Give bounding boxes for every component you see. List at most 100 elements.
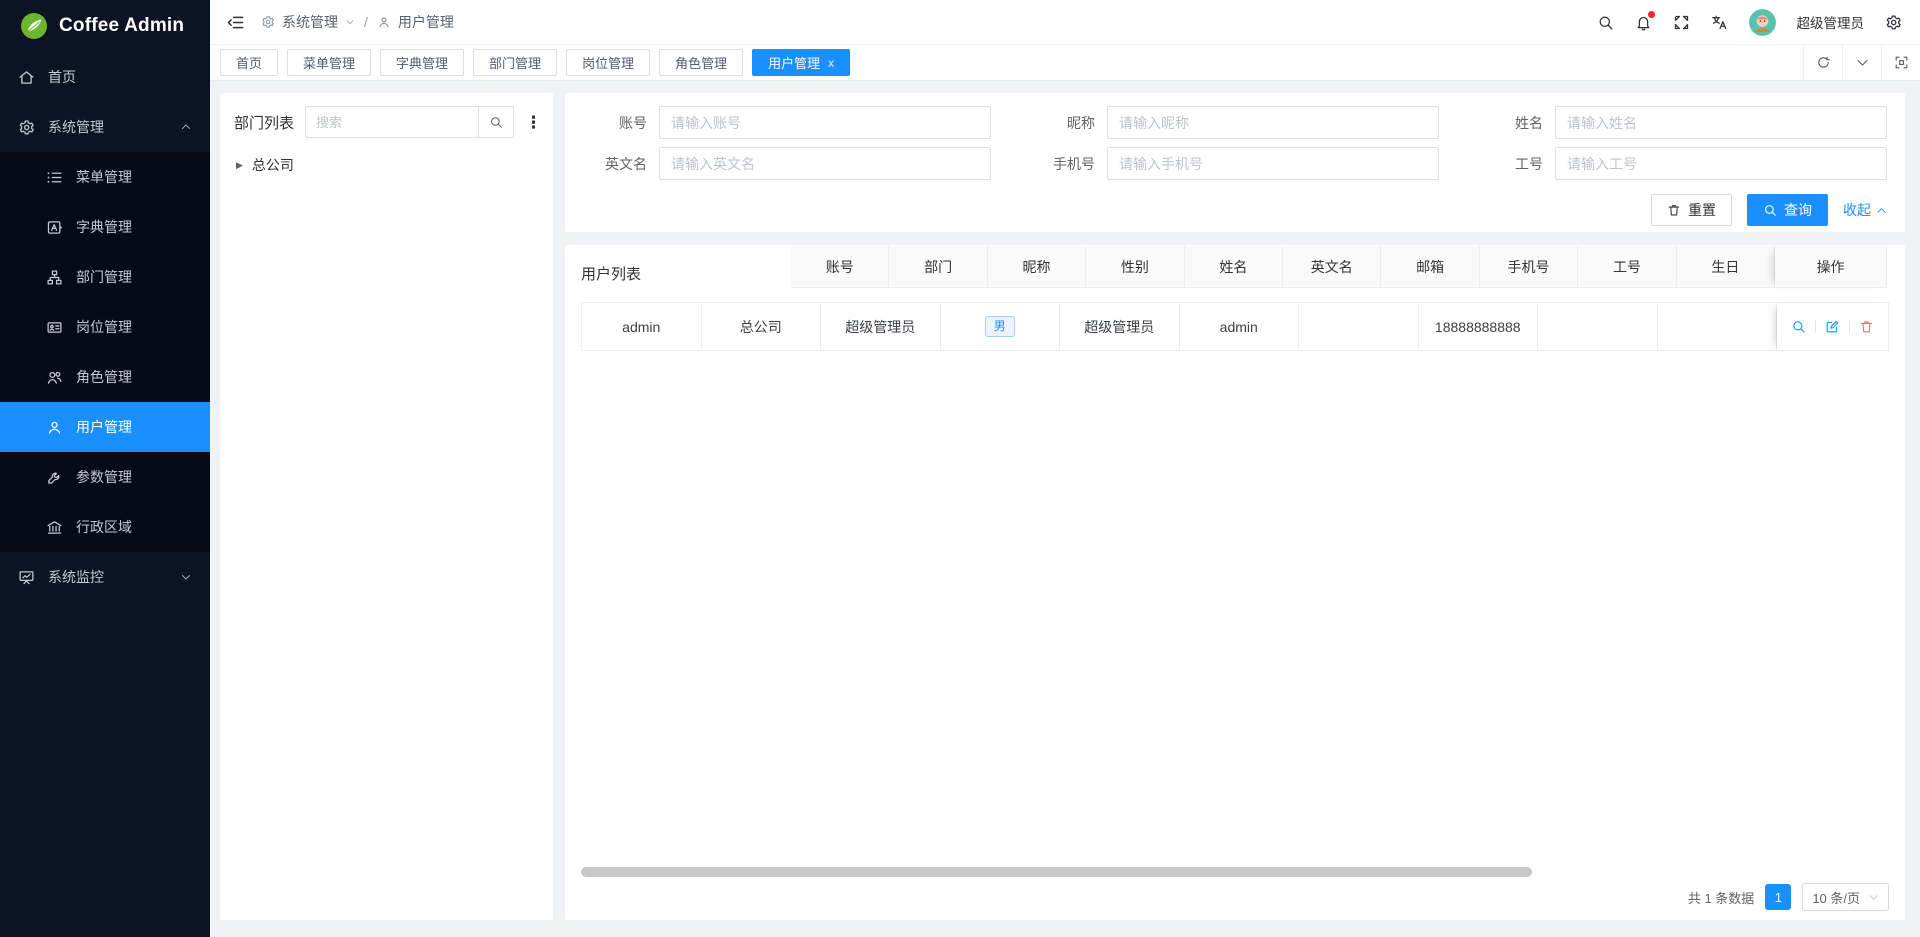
page-number-button[interactable]: 1 [1765,884,1791,910]
breadcrumb-level1[interactable]: 系统管理 [282,12,338,32]
filter-label: 姓名 [1479,113,1543,133]
pagination-total: 共 1 条数据 [1688,888,1754,907]
department-search-input[interactable] [305,106,478,138]
trash-icon [1667,203,1681,217]
tree-node-company[interactable]: ▶ 总公司 [234,155,539,175]
department-panel: 部门列表 ⋮ ▶ 总公司 [220,93,553,920]
tab-dict-mgmt[interactable]: 字典管理 [380,49,464,76]
tab-bar: 首页 菜单管理 字典管理 部门管理 岗位管理 角色管理 用户管理 x [210,44,1920,81]
org-chart-icon [46,269,63,286]
reset-button[interactable]: 重置 [1651,194,1732,226]
bank-icon [46,519,63,536]
tab-close-icon[interactable]: x [828,56,834,70]
delete-icon[interactable] [1859,319,1874,334]
user-name[interactable]: 超级管理员 [1797,12,1865,32]
sidebar-item-region-mgmt[interactable]: 行政区域 [0,502,210,552]
search-icon[interactable] [1597,14,1614,31]
pagination: 共 1 条数据 1 10 条/页 [1688,883,1889,911]
filter-en-name: 英文名 [583,147,991,180]
caret-down-icon [1868,892,1879,903]
reset-button-label: 重置 [1688,200,1716,220]
edit-icon[interactable] [1825,319,1840,334]
coffee-admin-logo-icon [20,12,48,40]
app-logo[interactable]: Coffee Admin [0,0,210,52]
sidebar-item-dept-mgmt[interactable]: 部门管理 [0,252,210,302]
gear-icon [261,15,275,29]
horizontal-scrollbar[interactable] [581,867,1532,877]
job-no-input[interactable] [1555,147,1887,180]
tab-home[interactable]: 首页 [220,49,278,76]
tab-post-mgmt[interactable]: 岗位管理 [566,49,650,76]
app-title: Coffee Admin [59,15,184,37]
breadcrumb-level2[interactable]: 用户管理 [398,12,454,32]
cell-en-name: admin [1180,303,1300,351]
tree-node-label: 总公司 [252,155,294,175]
department-search-button[interactable] [478,106,514,138]
sidebar-item-label: 菜单管理 [76,167,132,187]
table-row[interactable]: admin 总公司 超级管理员 男 超级管理员 admin 1888888888… [582,303,1889,351]
user-list-title: 用户列表 [581,263,641,284]
tab-dept-mgmt[interactable]: 部门管理 [473,49,557,76]
cell-name: 超级管理员 [1060,303,1180,351]
fullscreen-icon[interactable] [1673,14,1690,31]
tab-menu-mgmt[interactable]: 菜单管理 [287,49,371,76]
home-icon [18,69,35,86]
sidebar-collapse-icon[interactable] [226,13,245,32]
account-input[interactable] [659,106,991,139]
page-size-select[interactable]: 10 条/页 [1802,883,1889,911]
sidebar-item-system[interactable]: 系统管理 [0,102,210,152]
caret-down-icon[interactable] [345,17,355,27]
tree-caret-icon[interactable]: ▶ [236,160,243,171]
sidebar-item-menu-mgmt[interactable]: 菜单管理 [0,152,210,202]
filter-label: 账号 [583,113,647,133]
user-icon [377,15,391,29]
sidebar-item-label: 岗位管理 [76,317,132,337]
top-header: 系统管理 / 用户管理 超级管理员 [210,0,1920,44]
sidebar-submenu-system: 菜单管理 字典管理 部门管理 岗位管理 角色管理 用户管理 [0,152,210,552]
view-detail-icon[interactable] [1791,319,1806,334]
gear-icon [18,119,35,136]
tab-role-mgmt[interactable]: 角色管理 [659,49,743,76]
column-header-account: 账号 [791,246,889,288]
collapse-filter-link[interactable]: 收起 [1843,200,1887,220]
settings-gear-icon[interactable] [1885,14,1902,31]
sidebar-item-post-mgmt[interactable]: 岗位管理 [0,302,210,352]
name-input[interactable] [1555,106,1887,139]
phone-input[interactable] [1107,147,1439,180]
column-header-email: 邮箱 [1381,246,1479,288]
tab-refresh-icon[interactable] [1803,45,1842,80]
chevron-up-icon [180,121,192,133]
en-name-input[interactable] [659,147,991,180]
translate-icon[interactable] [1711,14,1728,31]
search-icon [1763,203,1777,217]
cell-birthday [1658,303,1778,351]
column-header-name: 姓名 [1185,246,1283,288]
search-icon [489,115,503,129]
sidebar-item-user-mgmt[interactable]: 用户管理 [0,402,210,452]
sidebar-item-role-mgmt[interactable]: 角色管理 [0,352,210,402]
user-avatar[interactable] [1749,9,1776,36]
tab-user-mgmt[interactable]: 用户管理 x [752,49,850,76]
sidebar-item-label: 系统监控 [48,567,104,587]
department-more-icon[interactable]: ⋮ [525,114,539,131]
sidebar-item-param-mgmt[interactable]: 参数管理 [0,452,210,502]
cell-actions [1777,303,1889,351]
notification-bell-icon[interactable] [1635,14,1652,31]
sidebar-item-monitor[interactable]: 系统监控 [0,552,210,602]
collapse-filter-label: 收起 [1843,200,1871,220]
content-maximize-icon[interactable] [1881,45,1920,80]
tab-label: 用户管理 [768,53,820,72]
tab-dropdown-icon[interactable] [1842,45,1881,80]
tab-label: 首页 [236,53,262,72]
column-header-birthday: 生日 [1677,246,1775,288]
filter-account: 账号 [583,106,991,139]
tab-label: 部门管理 [489,53,541,72]
sidebar-item-label: 部门管理 [76,267,132,287]
nickname-input[interactable] [1107,106,1439,139]
tab-label: 角色管理 [675,53,727,72]
filter-job-no: 工号 [1479,147,1887,180]
user-list-panel: 用户列表 新增 导出 账号 部门 昵称 性别 姓名 英文名 邮箱 手机号 [565,245,1905,920]
query-button[interactable]: 查询 [1747,194,1828,226]
sidebar-item-dict-mgmt[interactable]: 字典管理 [0,202,210,252]
sidebar-item-home[interactable]: 首页 [0,52,210,102]
